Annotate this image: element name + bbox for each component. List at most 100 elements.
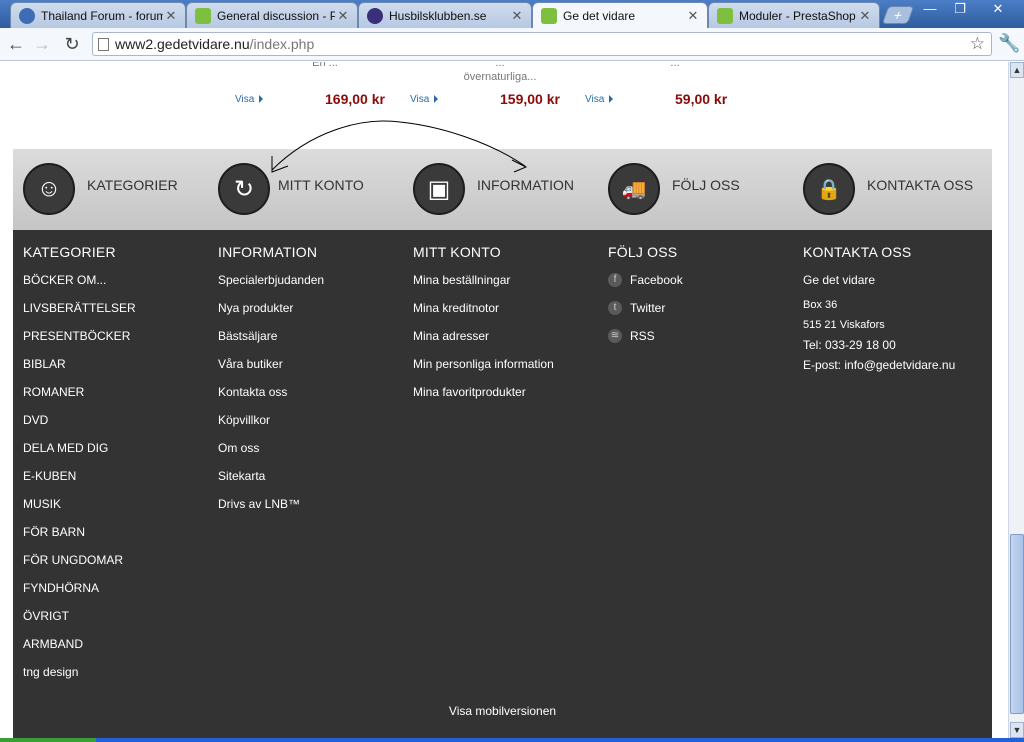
tab-husbilsklubben[interactable]: Husbilsklubben.se ✕ [358, 2, 532, 28]
os-taskbar [0, 738, 1024, 742]
tab-close-icon[interactable]: ✕ [163, 8, 179, 24]
category-link[interactable]: BIBLAR [23, 357, 136, 385]
reload-button[interactable]: ↻ [60, 33, 84, 55]
information-link[interactable]: Köpvillkor [218, 413, 324, 441]
account-link[interactable]: Mina adresser [413, 329, 554, 357]
contact-phone: Tel: 033-29 18 00 [803, 338, 896, 352]
product-description: ... övernaturliga... [440, 62, 560, 84]
tab-thailand-forum[interactable]: Thailand Forum - forum om ✕ [10, 2, 186, 28]
category-link[interactable]: LIVSBERÄTTELSER [23, 301, 136, 329]
page-scrollbar[interactable]: ▲ ▼ [1008, 62, 1024, 738]
footer-quick-bar: ☺ KATEGORIER ↻ MITT KONTO ▣ INFORMATION … [13, 149, 992, 230]
wrench-menu-icon[interactable]: 🔧 [998, 33, 1020, 54]
visa-link[interactable]: Visa [235, 94, 263, 105]
information-link[interactable]: Sitekarta [218, 469, 324, 497]
rss-icon: ≋ [608, 329, 622, 343]
information-link[interactable]: Om oss [218, 441, 324, 469]
product-description: ... [595, 62, 755, 70]
account-link[interactable]: Min personliga information [413, 357, 554, 385]
contact-name: Ge det vidare [803, 273, 876, 287]
account-link[interactable]: Mina favoritprodukter [413, 385, 554, 413]
footer-heading: MITT KONTO [413, 244, 501, 260]
account-link[interactable]: Mina kreditnotor [413, 301, 554, 329]
refresh-glyph: ↻ [233, 175, 255, 203]
maximize-button[interactable]: ❐ [946, 0, 974, 18]
product-description-line: En ... [312, 62, 338, 69]
scroll-down-button[interactable]: ▼ [1010, 722, 1024, 738]
tab-close-icon[interactable]: ✕ [685, 8, 701, 24]
husbilsklubben-favicon-icon [367, 7, 383, 24]
tab-close-icon[interactable]: ✕ [509, 8, 525, 24]
quick-label: MITT KONTO [278, 177, 364, 193]
tab-close-icon[interactable]: ✕ [335, 8, 351, 24]
visa-link[interactable]: Visa [585, 94, 613, 105]
scroll-thumb[interactable] [1010, 534, 1024, 714]
new-tab-button[interactable]: + [881, 6, 915, 24]
category-link[interactable]: tng design [23, 665, 136, 693]
quick-folj-oss[interactable]: 🚚 FÖLJ OSS [608, 163, 740, 215]
tab-title: Moduler - PrestaShop™ [739, 8, 857, 23]
information-link[interactable]: Våra butiker [218, 357, 324, 385]
category-link[interactable]: FYNDHÖRNA [23, 581, 136, 609]
visa-link[interactable]: Visa [410, 94, 438, 105]
contact-box: Box 36 [803, 299, 838, 311]
forward-button[interactable]: → [30, 33, 54, 55]
category-link[interactable]: ARMBAND [23, 637, 136, 665]
quick-kontakta-oss[interactable]: 🔒 KONTAKTA OSS [803, 163, 973, 215]
information-link[interactable]: Bästsäljare [218, 329, 324, 357]
minimize-button[interactable]: — [916, 0, 944, 18]
product-description-line: ... [495, 62, 505, 69]
account-link[interactable]: Mina beställningar [413, 273, 554, 301]
footer-col-information: INFORMATION Specialerbjudanden Nya produk… [218, 244, 324, 525]
tab-title: General discussion - Presta [217, 8, 335, 23]
tab-ge-det-vidare[interactable]: Ge det vidare ✕ [532, 2, 708, 29]
tab-general-discussion[interactable]: General discussion - Presta ✕ [186, 2, 358, 28]
back-button[interactable]: ← [4, 33, 28, 55]
footer-col-contact: KONTAKTA OSS Ge det vidare Box 36 515 21… [803, 244, 955, 375]
footer-heading: KATEGORIER [23, 244, 116, 260]
quick-mitt-konto[interactable]: ↻ MITT KONTO [218, 163, 364, 215]
browser-toolbar: ← → ↻ www2.gedetvidare.nu/index.php ☆ 🔧 [0, 28, 1024, 61]
follow-link[interactable]: f Facebook [608, 273, 683, 301]
category-link[interactable]: ÖVRIGT [23, 609, 136, 637]
tab-moduler-prestashop[interactable]: Moduler - PrestaShop™ ✕ [708, 2, 880, 28]
truck-icon: 🚚 [608, 163, 660, 215]
product-description-line: övernaturliga... [463, 71, 537, 83]
category-link[interactable]: BÖCKER OM... [23, 273, 136, 301]
window-close-button[interactable]: ✕ [976, 0, 1020, 18]
footer-heading: KONTAKTA OSS [803, 244, 912, 260]
address-bar[interactable]: www2.gedetvidare.nu/index.php ☆ [92, 32, 992, 56]
follow-list: f Facebook t Twitter ≋ RSS [608, 273, 683, 357]
bookmark-star-icon[interactable]: ☆ [970, 33, 985, 55]
information-link[interactable]: Drivs av LNB™ [218, 497, 324, 525]
category-link[interactable]: DVD [23, 413, 136, 441]
information-link[interactable]: Kontakta oss [218, 385, 324, 413]
contact-email[interactable]: E-post: info@gedetvidare.nu [803, 355, 955, 375]
category-link[interactable]: ROMANER [23, 385, 136, 413]
page-viewport: En ... ... övernaturliga... ... Visa 169… [0, 62, 1008, 738]
quick-kategorier[interactable]: ☺ KATEGORIER [23, 163, 178, 215]
follow-link[interactable]: ≋ RSS [608, 329, 683, 357]
site-footer: KATEGORIER BÖCKER OM... LIVSBERÄTTELSER PR… [13, 230, 992, 738]
category-link[interactable]: DELA MED DIG [23, 441, 136, 469]
category-link[interactable]: PRESENTBÖCKER [23, 329, 136, 357]
information-link[interactable]: Nya produkter [218, 301, 324, 329]
smiley-icon: ☺ [23, 163, 75, 215]
contact-postal: 515 21 Viskafors [803, 319, 885, 331]
quick-information[interactable]: ▣ INFORMATION [413, 163, 574, 215]
category-link[interactable]: FÖR BARN [23, 525, 136, 553]
tab-title: Thailand Forum - forum om [41, 8, 163, 23]
tab-title: Husbilsklubben.se [389, 8, 487, 23]
information-link[interactable]: Specialerbjudanden [218, 273, 324, 301]
footer-heading: INFORMATION [218, 244, 318, 260]
category-link[interactable]: FÖR UNGDOMAR [23, 553, 136, 581]
start-button[interactable] [0, 738, 96, 742]
product-description-line: ... [670, 62, 680, 69]
follow-link[interactable]: t Twitter [608, 301, 683, 329]
category-link[interactable]: E-KUBEN [23, 469, 136, 497]
tab-close-icon[interactable]: ✕ [857, 8, 873, 24]
follow-label: RSS [630, 329, 655, 343]
mobile-version-link[interactable]: Visa mobilversionen [13, 704, 992, 718]
scroll-up-button[interactable]: ▲ [1010, 62, 1024, 78]
category-link[interactable]: MUSIK [23, 497, 136, 525]
